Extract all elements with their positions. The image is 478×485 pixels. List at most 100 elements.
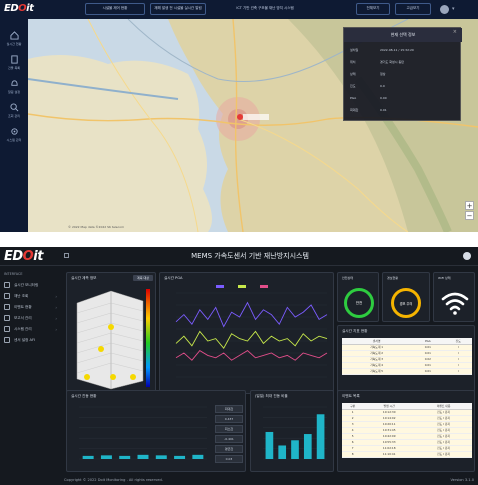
pga-line-chart[interactable] bbox=[164, 283, 331, 391]
home-icon bbox=[9, 30, 19, 40]
panel-title: 실시간 진동 현황 bbox=[71, 394, 97, 398]
sensor-icon bbox=[4, 337, 10, 343]
sensor-marker[interactable] bbox=[130, 374, 136, 380]
table-row[interactable]: 8 11:10:41 진도 I 감지 bbox=[342, 451, 472, 458]
table-row[interactable]: 가속도계 5 0.01 I bbox=[342, 368, 472, 375]
building-model[interactable] bbox=[71, 285, 153, 391]
panel-title: 안전상태 bbox=[342, 276, 354, 280]
header-button-alert[interactable]: 재해 발생 전 시설물 실시간 알림 bbox=[150, 3, 206, 15]
safety-status-ring: 안전 bbox=[344, 288, 374, 318]
series-line bbox=[175, 301, 328, 328]
sidebar-item-alerts[interactable]: 알림 설정 bbox=[0, 75, 28, 97]
sidebar-item-search[interactable]: 조회 관리 bbox=[0, 99, 28, 121]
korea-map[interactable]: 현재 선택 정보 × 설치일 2022-08-11 / 15:32:20 위치 경기… bbox=[28, 19, 478, 232]
sidebar-item-buildings[interactable]: 건물 목록 bbox=[0, 51, 28, 73]
user-icon[interactable] bbox=[463, 252, 471, 260]
sensor-marker[interactable] bbox=[108, 324, 114, 330]
search-icon bbox=[4, 293, 10, 299]
header-button-advanced[interactable]: 고급보기 bbox=[395, 3, 431, 15]
panel-title: 경보현황 bbox=[387, 276, 399, 280]
logo-tail: it bbox=[26, 3, 34, 14]
sidebar-item-events[interactable]: 이벤트 현황 › bbox=[4, 302, 60, 312]
realtime-table: 센서명 PGA 진도 가속도계 1 0.01 I 가속도계 2 0.01 I 가속도계 … bbox=[342, 338, 472, 375]
sidebar-heading: INTERFACE bbox=[4, 272, 23, 276]
chevron-right-icon: › bbox=[55, 304, 57, 310]
menu-toggle-icon[interactable] bbox=[64, 253, 69, 258]
version-text: Version 3.1.0 bbox=[450, 478, 474, 482]
stat-value: -0.401 bbox=[215, 435, 243, 443]
realtime-table-panel: 실시간 지표 현황 센서명 PGA 진도 가속도계 1 0.01 I 가속도계 20… bbox=[337, 325, 475, 394]
header-button-all[interactable]: 전체보기 bbox=[356, 3, 390, 15]
vibration-bar-chart[interactable] bbox=[71, 401, 211, 469]
logo-accent: O bbox=[18, 3, 27, 14]
popup-row: PGA 0.00 bbox=[350, 96, 387, 100]
sidebar-item-sensor[interactable]: 센서 설정 AFI bbox=[4, 335, 60, 345]
chevron-right-icon: › bbox=[55, 293, 57, 299]
close-icon[interactable]: × bbox=[453, 29, 457, 35]
dash-header: EDOit MEMS 가속도센서 기반 재난방지시스템 bbox=[0, 247, 478, 266]
stats-list: 최대값 0.437 최소값 -0.401 평균값 0.03 bbox=[215, 405, 243, 465]
user-avatar[interactable] bbox=[440, 5, 449, 14]
sidebar-label: 알림 설정 bbox=[8, 89, 20, 94]
popup-row: 위치 경기도 화성시 동탄 bbox=[350, 60, 404, 64]
header-system-title: ICT 기반 건축 구조물 재난 방지 시스템 bbox=[236, 6, 294, 11]
sidebar-item-disaster[interactable]: 재난 조회 › bbox=[4, 291, 60, 301]
sensor-marker[interactable] bbox=[84, 374, 90, 380]
map-marker[interactable] bbox=[237, 114, 243, 120]
stat-value: 0.437 bbox=[215, 415, 243, 423]
sidebar-item-realtime[interactable]: 실시간 현황 bbox=[0, 27, 28, 49]
chevron-right-icon: › bbox=[55, 315, 57, 321]
safety-status-panel: 안전상태 안전 bbox=[337, 272, 379, 322]
event-icon bbox=[4, 304, 10, 310]
panel-title: (일일) 최대 진동 비율 bbox=[255, 394, 288, 398]
popup-title: 현재 선택 정보 bbox=[344, 28, 462, 42]
event-table: 구분 발생 시간 이벤트 내용 1 10:12:30 진도 I 감지 2 10:14:… bbox=[342, 403, 472, 458]
bar bbox=[155, 455, 167, 459]
dash-logo[interactable]: EDOit bbox=[4, 249, 43, 264]
info-popup: 현재 선택 정보 × 설치일 2022-08-11 / 15:32:20 위치 경기… bbox=[343, 27, 462, 121]
legend-swatch bbox=[260, 285, 268, 288]
wifi-icon bbox=[441, 292, 469, 315]
zoom-out-button[interactable]: − bbox=[465, 211, 474, 220]
bar bbox=[174, 455, 186, 459]
daily-max-bar-chart[interactable] bbox=[255, 401, 331, 469]
header-button-facility[interactable]: 시설물 제어 현황 bbox=[85, 3, 145, 15]
panel-title: 이벤트 목록 bbox=[342, 394, 360, 398]
bar bbox=[100, 455, 112, 459]
monitor-icon bbox=[4, 282, 10, 288]
bar bbox=[278, 445, 287, 459]
panel-title: 실시간 계측 정보 bbox=[71, 276, 97, 280]
sensor-marker[interactable] bbox=[98, 346, 104, 352]
sidebar-label: 시스템 관리 bbox=[6, 137, 22, 142]
sidebar-item-reports[interactable]: 보고서 관리 › bbox=[4, 313, 60, 323]
popup-row: 설치일 2022-08-11 / 15:32:20 bbox=[350, 48, 414, 52]
bar bbox=[82, 455, 94, 459]
dash-sidebar: INTERFACE 실시간 모니터링 재난 조회 › 이벤트 현황 › 보고서 관리… bbox=[0, 266, 62, 476]
zoom-in-button[interactable]: + bbox=[465, 201, 474, 210]
target-badge[interactable]: 계측 대상 bbox=[133, 275, 153, 281]
sidebar-label: 실시간 현황 bbox=[6, 41, 22, 46]
stat-label: 최대값 bbox=[215, 405, 243, 413]
bar bbox=[119, 455, 131, 459]
alarm-status-panel: 경보현황 경보 주의 bbox=[382, 272, 430, 322]
legend-swatch bbox=[238, 285, 246, 288]
sensor-marker[interactable] bbox=[110, 374, 116, 380]
footer: Copyright © 2022 Doit Monitoring . All r… bbox=[0, 476, 478, 485]
sidebar-item-monitoring[interactable]: 실시간 모니터링 bbox=[4, 280, 60, 290]
alarm-status-ring: 경보 주의 bbox=[391, 288, 421, 318]
top-logo[interactable]: EDOit bbox=[4, 3, 34, 14]
wifi-status-panel: WiFi 상태 bbox=[433, 272, 475, 322]
bar bbox=[192, 454, 204, 459]
map-attribution: © 2022 Map data ©2022 SK telecom bbox=[68, 225, 125, 229]
copyright-text: Copyright © 2022 Doit Monitoring . All r… bbox=[64, 478, 163, 482]
legend-swatch bbox=[216, 285, 224, 288]
series-line bbox=[175, 350, 328, 361]
chevron-down-icon[interactable]: ▾ bbox=[452, 6, 455, 12]
top-header: EDOit 시설물 제어 현황 재해 발생 전 시설물 실시간 알림 ICT 기… bbox=[0, 0, 478, 19]
bar bbox=[303, 434, 312, 459]
sidebar-item-system[interactable]: 시스템 관리 bbox=[0, 123, 28, 145]
stat-label: 평균값 bbox=[215, 445, 243, 453]
sidebar-item-system[interactable]: 시스템 관리 › bbox=[4, 324, 60, 334]
logo-accent: O bbox=[22, 249, 34, 264]
vibration-panel: 실시간 진동 현황 최대값 0.437 최소값 -0.401 평균값 0.03 bbox=[66, 390, 246, 472]
